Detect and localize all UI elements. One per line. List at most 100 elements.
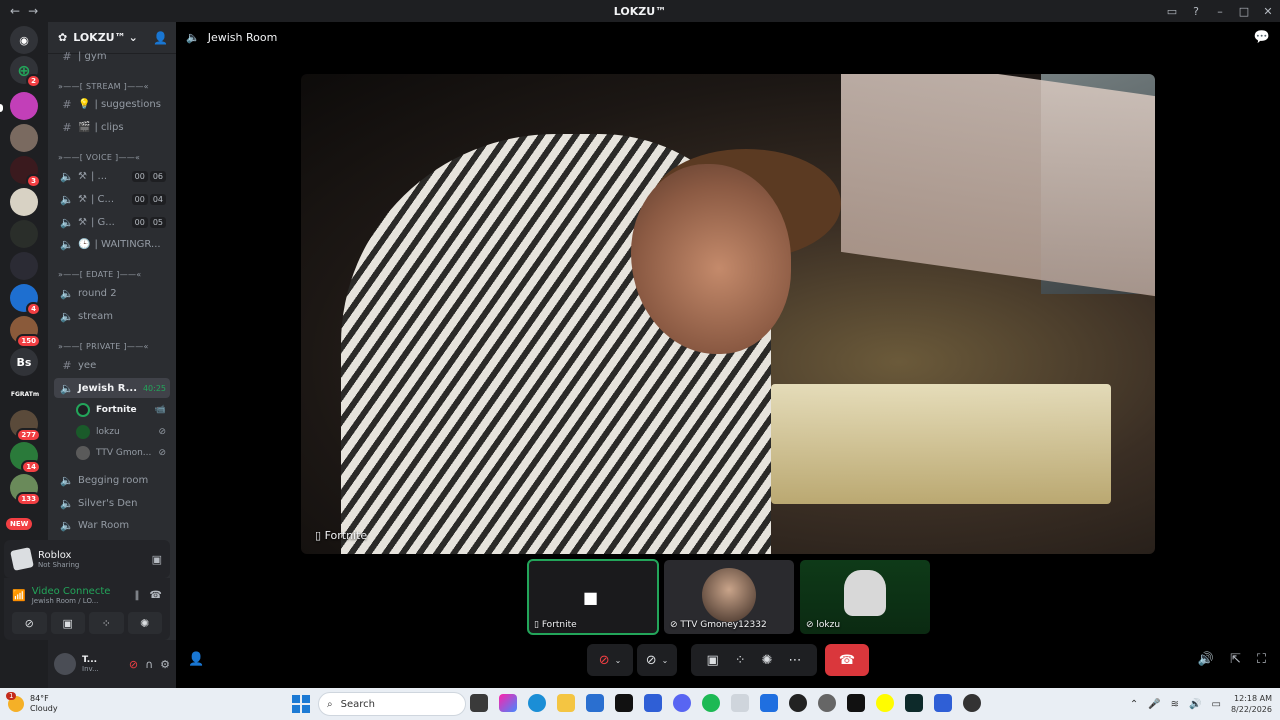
category-stream[interactable]: »——[ STREAM ]——«: [58, 82, 149, 91]
channel-yee[interactable]: # yee: [54, 355, 170, 375]
pop-out-icon[interactable]: ⇱: [1230, 652, 1241, 667]
clock[interactable]: 12:18 AM 8/22/2026: [1231, 693, 1272, 715]
headphones-icon[interactable]: ∩: [145, 658, 153, 671]
voice-channel-round2[interactable]: 🔈 round 2: [54, 283, 170, 303]
participant-tile[interactable]: ⊘ TTV Gmoney12332: [664, 560, 794, 634]
server-icon[interactable]: [10, 220, 38, 248]
add-server-icon[interactable]: ⊕ 2: [10, 56, 41, 88]
app-icon[interactable]: [905, 694, 923, 712]
disconnect-icon[interactable]: ☎: [150, 590, 162, 601]
discord-home-icon[interactable]: ◉: [10, 26, 38, 54]
volume-icon[interactable]: 🔊: [1198, 652, 1214, 667]
activities-button[interactable]: ⁘: [89, 612, 124, 634]
participant-tile[interactable]: ■ ▯ Fortnite: [527, 559, 659, 635]
server-icon[interactable]: FGRATm: [10, 380, 40, 408]
channel-suggestions[interactable]: # 💡 | suggestions: [54, 94, 170, 114]
activities-icon[interactable]: ⁘: [735, 653, 746, 668]
copilot-icon[interactable]: [499, 694, 517, 712]
wifi-icon[interactable]: ≋: [1171, 699, 1179, 710]
forward-icon[interactable]: →: [28, 4, 38, 18]
snapchat-icon[interactable]: [876, 694, 894, 712]
voice-channel[interactable]: 🔈 ⚒ | C... 00 04: [54, 189, 170, 209]
voice-user[interactable]: lokzu ⊘: [76, 423, 170, 441]
battery-icon[interactable]: ▭: [1212, 699, 1221, 710]
app-icon[interactable]: [934, 694, 952, 712]
voice-channel-waiting[interactable]: 🔈 🕒 | WAITINGR...: [54, 234, 170, 254]
maximize-icon[interactable]: □: [1232, 5, 1256, 18]
spotify-icon[interactable]: [702, 694, 720, 712]
server-icon[interactable]: 3: [10, 156, 41, 188]
inbox-icon[interactable]: ▭: [1160, 5, 1184, 18]
screen-share-button[interactable]: ▣: [50, 612, 85, 634]
microphone-icon[interactable]: 🎤: [1148, 699, 1160, 710]
camera-toggle[interactable]: ⊘ ⌄: [637, 644, 677, 676]
server-icon[interactable]: Bs: [10, 348, 38, 376]
app-icon[interactable]: [731, 694, 749, 712]
voice-channel-begging-room[interactable]: 🔈 Begging room: [54, 470, 170, 490]
voice-channel-war-room[interactable]: 🔈 War Room: [54, 515, 170, 535]
app-icon[interactable]: [789, 694, 807, 712]
chevron-up-icon[interactable]: ⌃: [1130, 699, 1138, 710]
add-member-icon[interactable]: 👤: [153, 31, 168, 45]
server-icon[interactable]: 14: [10, 442, 41, 474]
category-edate[interactable]: »——[ EDATE ]——«: [58, 270, 141, 279]
avatar[interactable]: [54, 653, 76, 675]
server-icon[interactable]: [10, 92, 38, 120]
category-voice[interactable]: »——[ VOICE ]——«: [58, 153, 140, 162]
voice-room[interactable]: Jewish Room / LO...: [32, 597, 111, 605]
voice-channel-silvers-den[interactable]: 🔈 Silver's Den: [54, 493, 170, 513]
voice-channel[interactable]: 🔈 ⚒ | ... 00 06: [54, 166, 170, 186]
invite-icon[interactable]: 👤: [188, 652, 204, 667]
channel-clips[interactable]: # 🎬 | clips: [54, 117, 170, 137]
edge-icon[interactable]: [528, 694, 546, 712]
share-screen-icon[interactable]: ▣: [152, 553, 162, 566]
server-icon[interactable]: 133: [10, 474, 41, 506]
taskbar-search[interactable]: ⌕ Search: [318, 692, 466, 716]
soundboard-icon[interactable]: ✺: [762, 653, 773, 668]
task-view-icon[interactable]: [470, 694, 488, 712]
server-icon[interactable]: 4: [10, 284, 41, 316]
leave-call-button[interactable]: ☎: [825, 644, 869, 676]
close-icon[interactable]: ✕: [1256, 5, 1280, 18]
speaker-icon[interactable]: 🔊: [1189, 699, 1201, 710]
mute-mic-icon[interactable]: ⊘: [129, 658, 138, 671]
voice-channel-jewish-room[interactable]: 🔈 Jewish R... 40:25: [54, 378, 170, 398]
voice-user[interactable]: Fortnite 📹: [76, 401, 170, 419]
back-icon[interactable]: ←: [10, 4, 20, 18]
more-icon[interactable]: ⋯: [789, 653, 802, 668]
help-icon[interactable]: ?: [1184, 5, 1208, 18]
tiktok-icon[interactable]: [847, 694, 865, 712]
category-private[interactable]: »——[ PRIVATE ]——«: [58, 342, 149, 351]
soundboard-button[interactable]: ✺: [127, 612, 162, 634]
app-icon[interactable]: [963, 694, 981, 712]
noise-suppression-icon[interactable]: ‖: [135, 590, 140, 601]
file-explorer-icon[interactable]: [557, 694, 575, 712]
start-button[interactable]: [292, 695, 310, 713]
app-icon[interactable]: [760, 694, 778, 712]
tiktok-icon[interactable]: [615, 694, 633, 712]
server-icon[interactable]: [10, 188, 38, 216]
signal-icon[interactable]: 📶: [12, 589, 26, 602]
voice-user[interactable]: TTV Gmon... ⊘: [76, 444, 170, 462]
focused-video[interactable]: ▯ Fortnite: [301, 74, 1155, 554]
app-icon[interactable]: [644, 694, 662, 712]
camera-off-button[interactable]: ⊘: [12, 612, 47, 634]
server-icon[interactable]: 277: [10, 410, 41, 442]
fullscreen-icon[interactable]: ⛶: [1257, 652, 1266, 667]
gear-icon[interactable]: ⚙: [160, 658, 170, 671]
minimize-icon[interactable]: –: [1208, 5, 1232, 18]
participant-tile[interactable]: ⊘ lokzu: [800, 560, 930, 634]
server-icon[interactable]: 150: [10, 316, 41, 348]
voice-channel[interactable]: 🔈 ⚒ | G... 00 05: [54, 212, 170, 232]
store-icon[interactable]: [586, 694, 604, 712]
mic-toggle[interactable]: ⊘ ⌄: [587, 644, 633, 676]
chat-icon[interactable]: 💬: [1254, 30, 1270, 45]
voice-channel-stream[interactable]: 🔈 stream: [54, 306, 170, 326]
app-icon[interactable]: [818, 694, 836, 712]
discord-icon[interactable]: [673, 694, 691, 712]
voice-status[interactable]: Video Connecte: [32, 586, 111, 597]
screen-share-icon[interactable]: ▣: [706, 653, 718, 668]
server-icon[interactable]: [10, 124, 38, 152]
server-icon[interactable]: [10, 252, 38, 280]
weather-widget[interactable]: 1 84°F Cloudy: [0, 692, 140, 714]
